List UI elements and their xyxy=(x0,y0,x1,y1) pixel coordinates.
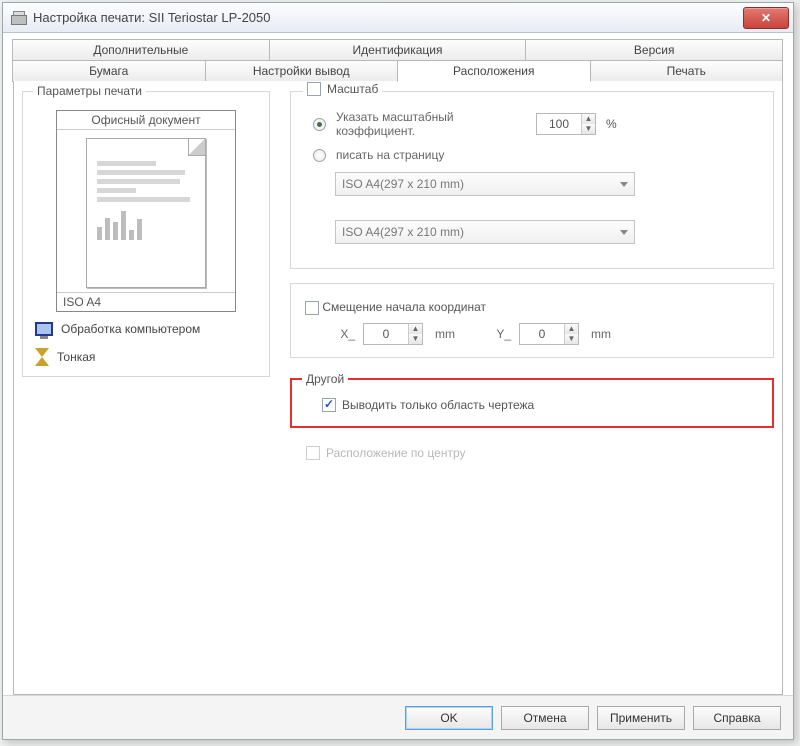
offset-x-label: X_ xyxy=(335,327,355,341)
secondary-size-combo[interactable]: ISO A4(297 x 210 mm) xyxy=(335,220,635,244)
processing-label: Обработка компьютером xyxy=(61,322,200,336)
print-params-group: Параметры печати Офисный документ xyxy=(22,91,270,377)
spinner-down-icon[interactable]: ▼ xyxy=(565,334,578,344)
monitor-icon xyxy=(35,322,53,336)
window-title: Настройка печати: SII Teriostar LP-2050 xyxy=(33,10,737,25)
right-column: Масштаб Указать масштабный коэффициент. … xyxy=(290,91,774,686)
tab-additional[interactable]: Дополнительные xyxy=(12,39,270,61)
chevron-down-icon xyxy=(620,230,628,235)
offset-y-input[interactable] xyxy=(520,324,564,344)
hourglass-icon xyxy=(35,348,49,366)
chevron-down-icon xyxy=(620,182,628,187)
offset-y-unit: mm xyxy=(591,327,611,341)
spinner-up-icon[interactable]: ▲ xyxy=(565,324,578,334)
scale-factor-input[interactable] xyxy=(537,114,581,134)
cancel-button[interactable]: Отмена xyxy=(501,706,589,730)
offset-enable-checkbox[interactable] xyxy=(305,301,319,315)
offset-y-label: Y_ xyxy=(491,327,511,341)
center-layout-label: Расположение по центру xyxy=(326,446,465,460)
offset-group: Смещение начала координат X_ ▲▼ mm Y_ xyxy=(290,283,774,358)
percent-label: % xyxy=(606,117,617,131)
scale-factor-spinner[interactable]: ▲▼ xyxy=(536,113,596,135)
tab-row-top: Дополнительные Идентификация Версия xyxy=(13,39,783,61)
print-params-title: Параметры печати xyxy=(33,84,146,98)
scale-factor-radio[interactable] xyxy=(313,118,326,131)
page-thumbnail xyxy=(86,138,206,288)
apply-button[interactable]: Применить xyxy=(597,706,685,730)
close-icon: ✕ xyxy=(761,11,771,25)
spinner-down-icon[interactable]: ▼ xyxy=(582,124,595,134)
other-group-highlighted: Другой Выводить только область чертежа xyxy=(290,378,774,428)
offset-group-label: Смещение начала координат xyxy=(322,300,486,314)
left-column: Параметры печати Офисный документ xyxy=(22,91,272,686)
secondary-size-value: ISO A4(297 x 210 mm) xyxy=(342,225,464,239)
content-area: Дополнительные Идентификация Версия Бума… xyxy=(3,33,793,695)
quality-item: Тонкая xyxy=(31,342,261,372)
tab-version[interactable]: Версия xyxy=(525,39,783,61)
tab-print[interactable]: Печать xyxy=(590,60,784,82)
drawing-area-only-label: Выводить только область чертежа xyxy=(342,398,534,412)
tab-identification[interactable]: Идентификация xyxy=(269,39,527,61)
fit-page-size-combo[interactable]: ISO A4(297 x 210 mm) xyxy=(335,172,635,196)
tab-layout[interactable]: Расположения xyxy=(397,60,591,82)
ok-button[interactable]: OK xyxy=(405,706,493,730)
other-group-title: Другой xyxy=(302,372,348,386)
document-type-label: Офисный документ xyxy=(57,111,235,130)
offset-y-spinner[interactable]: ▲▼ xyxy=(519,323,579,345)
processing-item: Обработка компьютером xyxy=(31,316,261,342)
scale-enable-checkbox[interactable] xyxy=(307,82,321,96)
center-layout-row: Расположение по центру xyxy=(306,446,774,460)
scale-group-label: Масштаб xyxy=(327,82,378,96)
tab-output[interactable]: Настройки вывод xyxy=(205,60,399,82)
printer-icon xyxy=(11,11,27,25)
offset-x-spinner[interactable]: ▲▼ xyxy=(363,323,423,345)
drawing-area-only-checkbox[interactable] xyxy=(322,398,336,412)
close-button[interactable]: ✕ xyxy=(743,7,789,29)
spinner-up-icon[interactable]: ▲ xyxy=(409,324,422,334)
spinner-down-icon[interactable]: ▼ xyxy=(409,334,422,344)
help-button[interactable]: Справка xyxy=(693,706,781,730)
dialog-window: Настройка печати: SII Teriostar LP-2050 … xyxy=(2,2,794,740)
document-preview: Офисный документ xyxy=(56,110,236,312)
titlebar: Настройка печати: SII Teriostar LP-2050 … xyxy=(3,3,793,33)
dialog-button-row: OK Отмена Применить Справка xyxy=(3,695,793,739)
tab-paper[interactable]: Бумага xyxy=(12,60,206,82)
scale-factor-label: Указать масштабный коэффициент. xyxy=(336,110,526,138)
tab-row-bottom: Бумага Настройки вывод Расположения Печа… xyxy=(13,60,783,82)
fit-page-radio[interactable] xyxy=(313,149,326,162)
quality-label: Тонкая xyxy=(57,350,95,364)
offset-x-unit: mm xyxy=(435,327,455,341)
fit-page-label: писать на страницу xyxy=(336,148,526,162)
fit-page-size-value: ISO A4(297 x 210 mm) xyxy=(342,177,464,191)
offset-x-input[interactable] xyxy=(364,324,408,344)
scale-group: Масштаб Указать масштабный коэффициент. … xyxy=(290,91,774,269)
tab-panel: Параметры печати Офисный документ xyxy=(13,81,783,695)
spinner-up-icon[interactable]: ▲ xyxy=(582,114,595,124)
page-size-label: ISO A4 xyxy=(57,292,235,311)
center-layout-checkbox[interactable] xyxy=(306,446,320,460)
